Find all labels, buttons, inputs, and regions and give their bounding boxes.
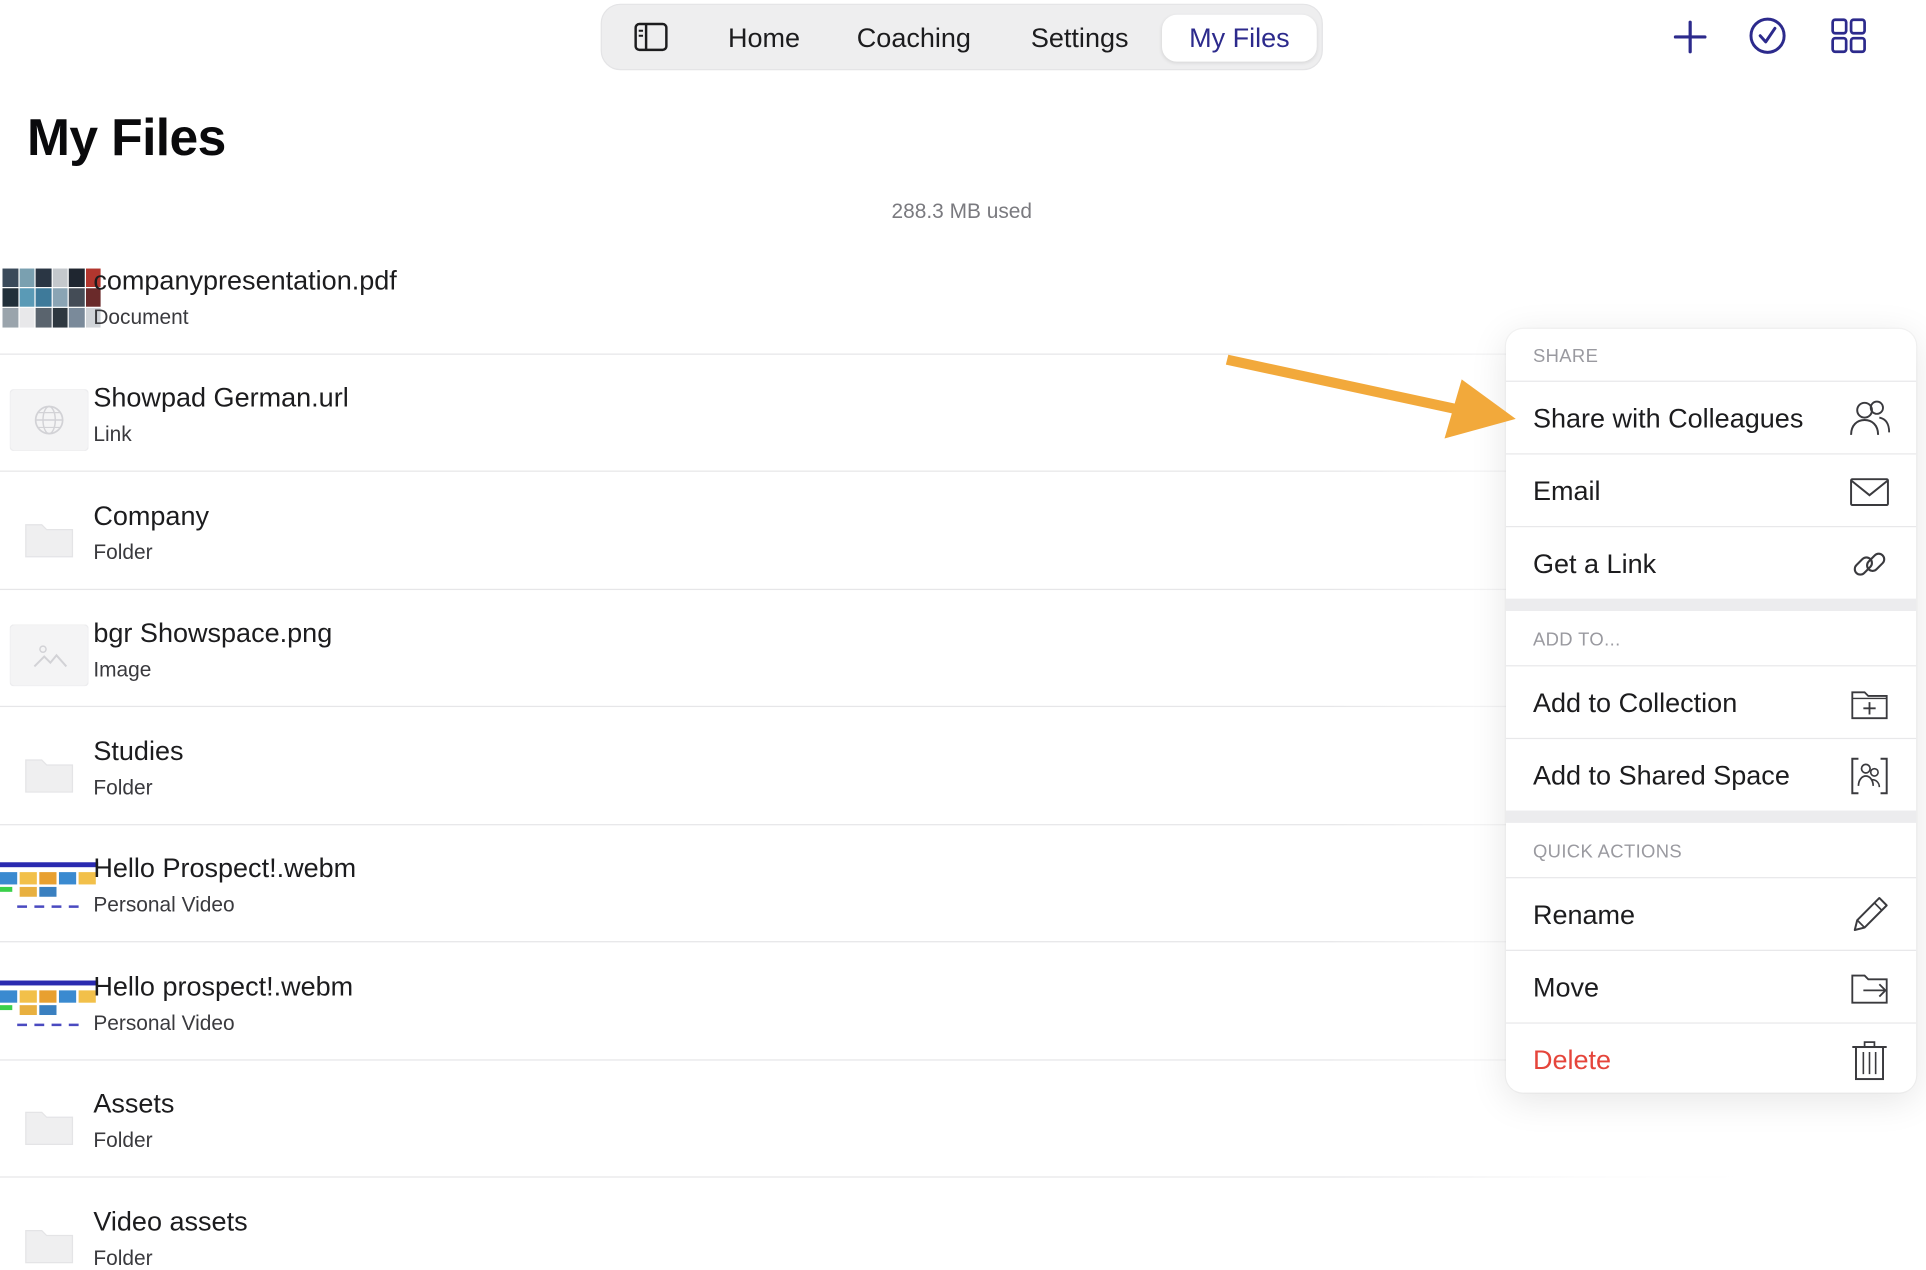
file-name: Hello prospect!.webm bbox=[93, 970, 354, 1002]
tab-coaching[interactable]: Coaching bbox=[843, 15, 985, 62]
check-circle-icon[interactable] bbox=[1748, 15, 1787, 57]
file-type: Image bbox=[93, 657, 152, 682]
more-options-icon[interactable] bbox=[1840, 1102, 1899, 1136]
file-type: Personal Video bbox=[93, 893, 235, 917]
envelope-icon bbox=[1850, 478, 1889, 507]
plus-icon[interactable] bbox=[1671, 15, 1710, 57]
menu-item-label: Email bbox=[1532, 475, 1601, 507]
menu-item-label: Add to Shared Space bbox=[1532, 760, 1790, 791]
sidebar-toggle-icon[interactable] bbox=[634, 22, 668, 52]
menu-item-label: Rename bbox=[1532, 899, 1636, 931]
pdf-thumbnail bbox=[2, 268, 101, 328]
file-name: Studies bbox=[93, 735, 184, 767]
file-name: Assets bbox=[93, 1087, 175, 1119]
file-name: Video assets bbox=[93, 1205, 248, 1237]
section-label-share: SHARE bbox=[1532, 346, 1599, 368]
video-thumbnail bbox=[0, 857, 99, 917]
menu-item-label: Add to Collection bbox=[1532, 687, 1738, 719]
highlight-more-button bbox=[1831, 269, 1913, 327]
folder-icon bbox=[25, 524, 74, 558]
menu-item-add-to-shared-space[interactable]: Add to Shared Space bbox=[1505, 737, 1917, 811]
tab-my-files[interactable]: My Files bbox=[1161, 14, 1317, 62]
file-type: Folder bbox=[93, 776, 153, 800]
file-type: Folder bbox=[93, 1246, 153, 1270]
folder-move-icon bbox=[1851, 974, 1888, 1004]
menu-item-move[interactable]: Move bbox=[1505, 949, 1917, 1023]
file-type: Folder bbox=[93, 1128, 153, 1152]
menu-item-add-to-collection[interactable]: Add to Collection bbox=[1505, 665, 1917, 738]
menu-item-label: Move bbox=[1532, 971, 1600, 1003]
folder-icon bbox=[25, 1111, 74, 1145]
file-type: Folder bbox=[93, 540, 153, 565]
storage-usage: 288.3 MB used bbox=[891, 199, 1032, 223]
file-type: Link bbox=[93, 422, 132, 446]
section-label-quick-actions: QUICK ACTIONS bbox=[1532, 841, 1683, 863]
menu-separator bbox=[1505, 598, 1917, 611]
folder-icon bbox=[25, 759, 74, 793]
menu-item-label: Share with Colleagues bbox=[1532, 402, 1804, 434]
screen: Home Coaching Settings My Files My Files… bbox=[0, 0, 1926, 1270]
pencil-icon bbox=[1853, 897, 1888, 932]
more-options-icon[interactable] bbox=[1840, 1221, 1899, 1255]
tab-settings[interactable]: Settings bbox=[1015, 15, 1145, 62]
file-name: bgr Showspace.png bbox=[93, 617, 333, 648]
tab-home[interactable]: Home bbox=[710, 15, 818, 62]
folder-plus-icon bbox=[1851, 691, 1888, 720]
file-name: Company bbox=[93, 500, 210, 531]
folder-icon bbox=[25, 1229, 74, 1264]
app-window: Home Coaching Settings My Files My Files… bbox=[0, 0, 1926, 1270]
top-navigation: Home Coaching Settings My Files bbox=[600, 3, 1323, 71]
colleagues-icon bbox=[1850, 400, 1891, 435]
menu-item-label: Delete bbox=[1532, 1044, 1612, 1076]
trash-icon bbox=[1852, 1041, 1887, 1081]
menu-item-email[interactable]: Email bbox=[1505, 453, 1917, 526]
file-type: Personal Video bbox=[93, 1011, 235, 1035]
file-row[interactable]: Video assets Folder bbox=[0, 1179, 1926, 1270]
file-name: companypresentation.pdf bbox=[93, 264, 397, 296]
video-thumbnail bbox=[0, 975, 99, 1035]
annotation-arrow bbox=[1225, 354, 1516, 439]
menu-item-rename[interactable]: Rename bbox=[1505, 877, 1917, 950]
menu-item-delete[interactable]: Delete bbox=[1505, 1022, 1917, 1092]
menu-separator bbox=[1505, 810, 1917, 823]
file-type: Document bbox=[93, 305, 189, 329]
shared-space-icon bbox=[1851, 757, 1888, 795]
file-name: Hello Prospect!.webm bbox=[93, 852, 357, 884]
file-name: Showpad German.url bbox=[93, 381, 349, 413]
menu-item-get-a-link[interactable]: Get a Link bbox=[1505, 525, 1917, 599]
link-icon bbox=[1853, 552, 1886, 576]
image-icon bbox=[9, 624, 89, 687]
page-title: My Files bbox=[27, 108, 226, 167]
section-label-add-to: ADD TO... bbox=[1532, 629, 1621, 651]
menu-item-label: Get a Link bbox=[1532, 548, 1657, 579]
grid-icon[interactable] bbox=[1829, 15, 1868, 57]
context-menu: SHARE Share with Colleagues Email Get a … bbox=[1505, 328, 1917, 1093]
menu-item-share-with-colleagues[interactable]: Share with Colleagues bbox=[1505, 380, 1917, 454]
globe-icon bbox=[9, 389, 89, 451]
